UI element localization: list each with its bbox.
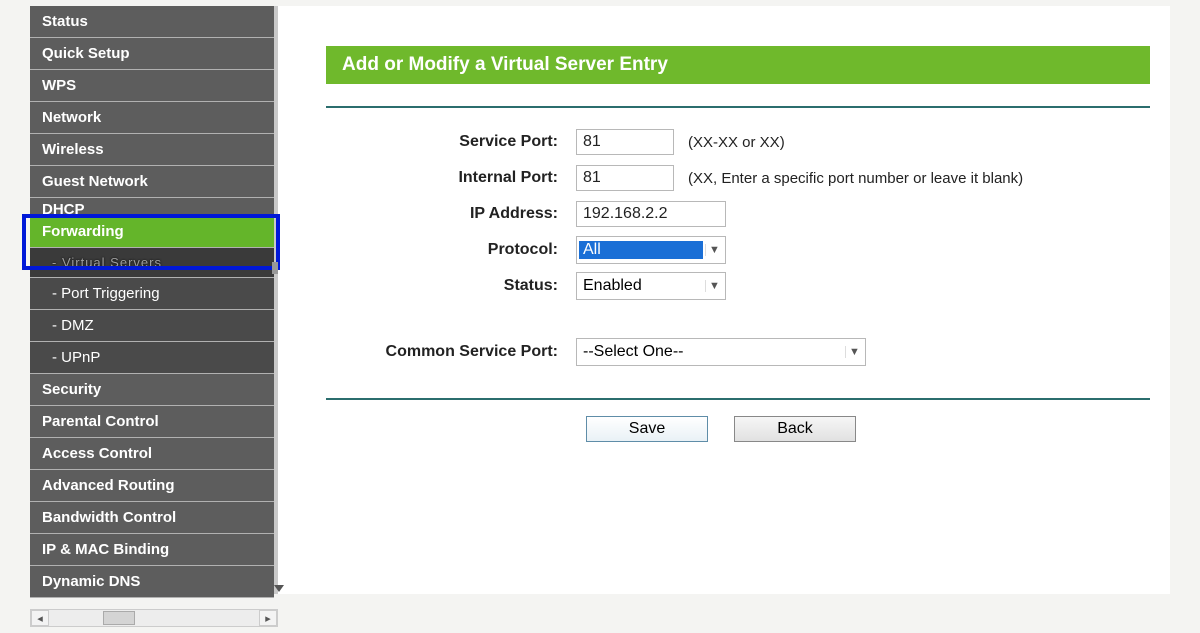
internal-port-input[interactable] <box>576 165 674 191</box>
scroll-left-icon[interactable]: ◂ <box>31 610 49 626</box>
ip-address-label: IP Address: <box>326 205 576 223</box>
sidebar-subitem-upnp[interactable]: - UPnP <box>30 342 274 374</box>
common-service-select[interactable]: --Select One-- ▼ <box>576 338 866 366</box>
sidebar-item-dhcp[interactable]: DHCP <box>30 198 274 216</box>
status-select[interactable]: Enabled ▼ <box>576 272 726 300</box>
sidebar-item-wps[interactable]: WPS <box>30 70 274 102</box>
sidebar: Status Quick Setup WPS Network Wireless … <box>30 6 278 594</box>
internal-port-hint: (XX, Enter a specific port number or lea… <box>688 170 1023 187</box>
sidebar-item-status[interactable]: Status <box>30 6 274 38</box>
internal-port-label: Internal Port: <box>326 169 576 187</box>
status-value: Enabled <box>583 277 705 295</box>
ip-address-input[interactable] <box>576 201 726 227</box>
service-port-input[interactable] <box>576 129 674 155</box>
sidebar-item-access-control[interactable]: Access Control <box>30 438 274 470</box>
scroll-thumb[interactable] <box>53 611 255 625</box>
chevron-down-icon[interactable] <box>274 585 284 592</box>
chevron-down-icon: ▼ <box>705 280 723 292</box>
common-service-value: --Select One-- <box>583 343 845 361</box>
horizontal-scrollbar[interactable]: ◂ ▸ <box>30 609 278 627</box>
sidebar-item-forwarding[interactable]: Forwarding <box>30 216 274 248</box>
sidebar-subitem-dmz[interactable]: - DMZ <box>30 310 274 342</box>
sidebar-item-security[interactable]: Security <box>30 374 274 406</box>
sidebar-item-wireless[interactable]: Wireless <box>30 134 274 166</box>
sidebar-subitem-virtual-servers[interactable]: - Virtual Servers <box>30 248 274 278</box>
chevron-down-icon: ▼ <box>705 244 723 256</box>
scroll-marker[interactable] <box>272 262 278 274</box>
service-port-hint: (XX-XX or XX) <box>688 134 785 151</box>
sidebar-item-parental-control[interactable]: Parental Control <box>30 406 274 438</box>
protocol-select[interactable]: All ▼ <box>576 236 726 264</box>
chevron-down-icon: ▼ <box>845 346 863 358</box>
sidebar-item-advanced-routing[interactable]: Advanced Routing <box>30 470 274 502</box>
sidebar-subitem-port-triggering[interactable]: - Port Triggering <box>30 278 274 310</box>
page-title: Add or Modify a Virtual Server Entry <box>326 46 1150 84</box>
sidebar-item-quick-setup[interactable]: Quick Setup <box>30 38 274 70</box>
save-button[interactable]: Save <box>586 416 708 442</box>
sidebar-item-dynamic-dns[interactable]: Dynamic DNS <box>30 566 274 598</box>
protocol-label: Protocol: <box>326 241 576 259</box>
status-label: Status: <box>326 277 576 295</box>
sidebar-item-network[interactable]: Network <box>30 102 274 134</box>
divider <box>326 398 1150 400</box>
divider <box>326 106 1150 108</box>
sidebar-item-guest-network[interactable]: Guest Network <box>30 166 274 198</box>
main-content: Add or Modify a Virtual Server Entry Ser… <box>278 6 1170 594</box>
protocol-value: All <box>579 241 703 259</box>
service-port-label: Service Port: <box>326 133 576 151</box>
scroll-right-icon[interactable]: ▸ <box>259 610 277 626</box>
sidebar-inner: Status Quick Setup WPS Network Wireless … <box>30 6 274 598</box>
common-service-label: Common Service Port: <box>326 343 576 361</box>
back-button[interactable]: Back <box>734 416 856 442</box>
sidebar-item-ip-mac-binding[interactable]: IP & MAC Binding <box>30 534 274 566</box>
sidebar-item-bandwidth-control[interactable]: Bandwidth Control <box>30 502 274 534</box>
